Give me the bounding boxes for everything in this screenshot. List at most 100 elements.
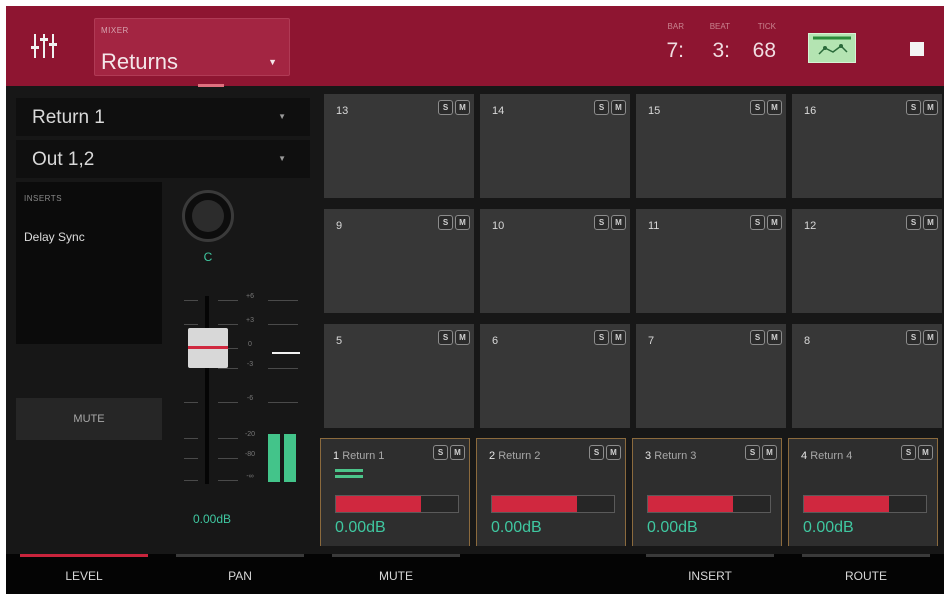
mixer-view-select[interactable]: MIXER Returns ▼ <box>94 18 290 76</box>
solo-button[interactable]: S <box>594 100 609 115</box>
return-db-value: 0.00dB <box>803 519 854 536</box>
chevron-down-icon: ▼ <box>278 112 286 121</box>
mute-button[interactable]: MUTE <box>16 398 162 440</box>
solo-button[interactable]: S <box>906 215 921 230</box>
solo-mute-group: SM <box>438 330 470 345</box>
solo-button[interactable]: S <box>438 100 453 115</box>
pan-value: C <box>203 250 213 264</box>
solo-button[interactable]: S <box>438 330 453 345</box>
pad-9[interactable]: 9 SM <box>324 209 474 313</box>
solo-button[interactable]: S <box>901 445 916 460</box>
solo-button[interactable]: S <box>906 100 921 115</box>
channel-select[interactable]: Return 1 ▼ <box>16 98 310 136</box>
mute-button[interactable]: M <box>455 330 470 345</box>
bars-caption: BAR <box>667 22 684 31</box>
tab-insert[interactable]: INSERT <box>632 554 788 594</box>
mute-button[interactable]: M <box>455 100 470 115</box>
return-volume-slider[interactable] <box>335 495 459 513</box>
return-channel-4[interactable]: 4 Return 4 SM 0.00dB <box>788 438 938 546</box>
solo-mute-group: SM <box>901 445 933 460</box>
solo-mute-group: SM <box>906 215 938 230</box>
pad-6[interactable]: 6 SM <box>480 324 630 428</box>
return-channel-2[interactable]: 2 Return 2 SM 0.00dB <box>476 438 626 546</box>
pad-number: 14 <box>492 105 505 117</box>
scale-label: -6 <box>246 395 254 402</box>
tab-mute[interactable]: MUTE <box>318 554 474 594</box>
chevron-down-icon: ▼ <box>268 57 277 67</box>
return-volume-slider[interactable] <box>803 495 927 513</box>
mute-button[interactable]: M <box>923 330 938 345</box>
solo-button[interactable]: S <box>594 330 609 345</box>
pad-number: 7 <box>648 335 655 347</box>
return-channel-3[interactable]: 3 Return 3 SM 0.00dB <box>632 438 782 546</box>
pad-10[interactable]: 10 SM <box>480 209 630 313</box>
mute-button[interactable]: M <box>606 445 621 460</box>
pad-number: 11 <box>648 220 660 232</box>
mute-button[interactable]: M <box>611 215 626 230</box>
tab-indicator <box>20 554 148 557</box>
mute-button[interactable]: M <box>767 215 782 230</box>
insert-slot-1[interactable]: Delay Sync <box>24 230 85 244</box>
volume-fill <box>336 496 422 512</box>
mute-button[interactable]: M <box>767 330 782 345</box>
mute-button[interactable]: M <box>923 215 938 230</box>
pad-16[interactable]: 16 SM <box>792 94 942 198</box>
inserts-panel[interactable]: INSERTS Delay Sync <box>16 182 162 344</box>
pad-7[interactable]: 7 SM <box>636 324 786 428</box>
return-channel-1[interactable]: 1 Return 1 SM 0.00dB <box>320 438 470 546</box>
pad-number: 9 <box>336 220 343 232</box>
return-label: 3 Return 3 <box>645 450 696 462</box>
pad-5[interactable]: 5 SM <box>324 324 474 428</box>
output-select[interactable]: Out 1,2 ▼ <box>16 140 310 178</box>
return-db-value: 0.00dB <box>647 519 698 536</box>
mixer-icon[interactable] <box>30 32 58 60</box>
pad-14[interactable]: 14 SM <box>480 94 630 198</box>
pad-number: 16 <box>804 105 817 117</box>
scale-tick <box>268 402 298 403</box>
solo-mute-group: SM <box>750 330 782 345</box>
tab-pan[interactable]: PAN <box>162 554 318 594</box>
solo-button[interactable]: S <box>589 445 604 460</box>
solo-button[interactable]: S <box>750 330 765 345</box>
mute-button[interactable]: M <box>923 100 938 115</box>
pad-11[interactable]: 11 SM <box>636 209 786 313</box>
mute-button[interactable]: M <box>762 445 777 460</box>
return-volume-slider[interactable] <box>491 495 615 513</box>
mute-button[interactable]: M <box>767 100 782 115</box>
solo-button[interactable]: S <box>750 100 765 115</box>
return-volume-slider[interactable] <box>647 495 771 513</box>
scale-tick <box>268 300 298 301</box>
scale-tick <box>184 324 198 325</box>
pad-12[interactable]: 12 SM <box>792 209 942 313</box>
solo-button[interactable]: S <box>438 215 453 230</box>
tab-route[interactable]: ROUTE <box>788 554 944 594</box>
solo-button[interactable]: S <box>906 330 921 345</box>
mute-button[interactable]: M <box>450 445 465 460</box>
return-number: 3 <box>645 450 652 462</box>
channel-select-value: Return 1 <box>32 107 105 128</box>
pad-8[interactable]: 8 SM <box>792 324 942 428</box>
automation-curve-icon <box>813 36 851 55</box>
mute-button[interactable]: M <box>611 330 626 345</box>
mute-button[interactable]: M <box>611 100 626 115</box>
pan-knob[interactable] <box>182 190 234 242</box>
level-fader-handle[interactable] <box>188 328 228 368</box>
mute-button[interactable]: M <box>455 215 470 230</box>
scale-tick <box>218 458 238 459</box>
scale-tick <box>184 402 198 403</box>
mixer-select-value: Returns <box>101 49 179 74</box>
position-ticks: TICK 68 <box>732 22 776 63</box>
level-fader-track[interactable] <box>205 296 209 484</box>
tab-level[interactable]: LEVEL <box>6 554 162 594</box>
automation-toggle-button[interactable] <box>808 33 856 63</box>
mute-button[interactable]: M <box>918 445 933 460</box>
solo-button[interactable]: S <box>750 215 765 230</box>
main-menu-icon[interactable] <box>910 42 924 56</box>
solo-button[interactable]: S <box>594 215 609 230</box>
pad-15[interactable]: 15 SM <box>636 94 786 198</box>
solo-button[interactable]: S <box>433 445 448 460</box>
bars-value: 7: <box>666 39 684 62</box>
pad-13[interactable]: 13 SM <box>324 94 474 198</box>
solo-button[interactable]: S <box>745 445 760 460</box>
solo-mute-group: SM <box>589 445 621 460</box>
